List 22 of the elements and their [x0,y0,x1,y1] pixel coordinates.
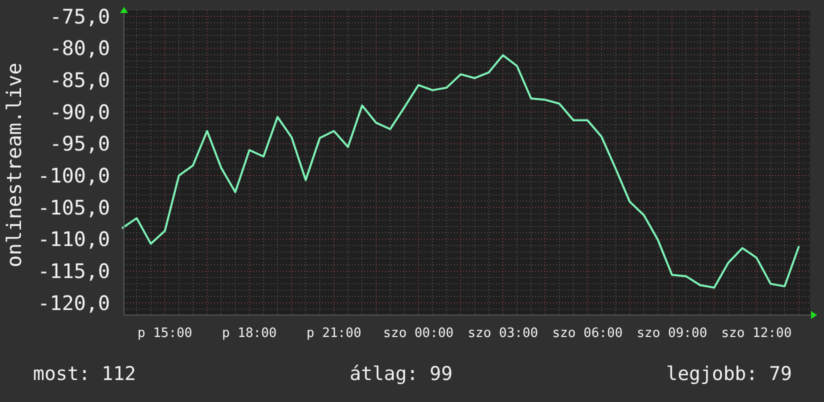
summary-stat: átlag: 99 [350,363,453,385]
y-tick-label: -115,0 [38,259,110,284]
y-tick-label: -110,0 [38,227,110,252]
y-tick-label: -85,0 [50,68,110,92]
x-tick-label: szo 00:00 [383,326,454,341]
y-tick-label: -105,0 [38,195,110,220]
x-tick-label: szo 03:00 [468,326,538,341]
y-tick-label: -90,0 [50,100,110,124]
x-tick-label: p 21:00 [306,326,362,341]
summary-stat: most: 112 [33,363,136,385]
y-tick-label: -100,0 [38,164,110,188]
y-axis-label: onlinestream.live [2,62,26,268]
y-tick-label: -80,0 [50,36,110,60]
x-tick-label: p 18:00 [222,326,277,341]
summary-stat: legjobb: 79 [666,363,792,385]
y-tick-label: -95,0 [50,132,110,156]
x-tick-label: szo 09:00 [636,326,708,341]
x-tick-label: szo 06:00 [552,326,623,341]
y-tick-label: -75,0 [50,4,110,28]
y-tick-label: -120,0 [38,290,110,315]
x-tick-label: szo 12:00 [721,326,792,341]
x-tick-label: p 15:00 [137,326,192,341]
